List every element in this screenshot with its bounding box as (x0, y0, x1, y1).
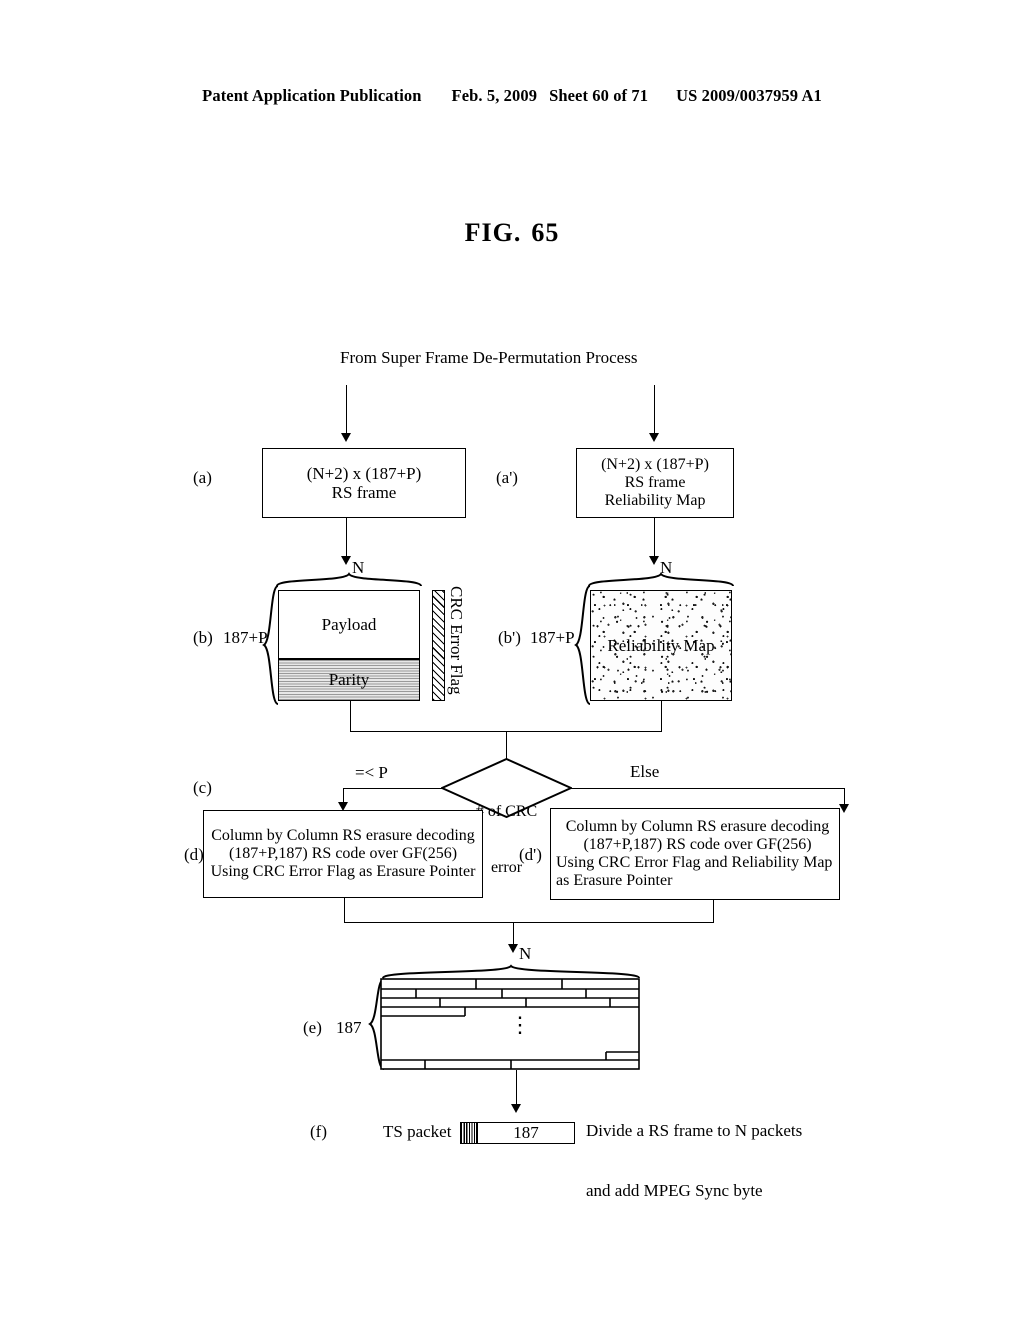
arrow-head-to-e (508, 944, 518, 953)
bus-drop-from-d-prime (713, 900, 714, 922)
step-tag-b: (b) (193, 628, 213, 647)
rs-frame-line-1: (N+2) x (187+P) (306, 463, 422, 483)
branch-right-arrow-head (839, 804, 849, 813)
step-tag-e: (e) (303, 1018, 322, 1037)
d-prime-line-3: Using CRC Error Flag and Reliability Map (556, 854, 833, 871)
crc-error-flag-label: CRC Error Flag (447, 586, 466, 695)
bus-drop-from-d (344, 898, 345, 922)
arrow-line-e-to-f (516, 1070, 517, 1108)
branch-left-line (343, 788, 442, 789)
figure-65-flow-diagram: From Super Frame De-Permutation Process … (0, 0, 1024, 1320)
mpeg-sync-byte-block (460, 1122, 477, 1144)
box-rs-erasure-decoding-crc: Column by Column RS erasure decoding (18… (203, 810, 483, 898)
d-prime-line-2: (187+P,187) RS code over GF(256) (583, 835, 812, 853)
step-tag-a: (a) (193, 468, 212, 487)
arrow-head-to-box-a (341, 433, 351, 442)
row-dimension-label-b-prime: 187+P (530, 628, 575, 647)
brace-top-b (276, 572, 422, 587)
step-tag-f: (f) (310, 1122, 327, 1141)
d-prime-line-4: as Erasure Pointer (556, 872, 673, 890)
bus-drop-from-b (350, 701, 351, 731)
reliability-map-block: Reliability Map (590, 590, 732, 701)
dimension-label-n-e: N (519, 944, 532, 963)
box-rs-erasure-decoding-crc-reliability: Column by Column RS erasure decoding (18… (550, 808, 840, 900)
parity-label: Parity (328, 670, 370, 690)
d-line-1: Column by Column RS erasure decoding (211, 826, 475, 844)
divide-note-line-2: and add MPEG Sync byte (586, 1180, 763, 1200)
d-prime-line-1: Column by Column RS erasure decoding (565, 817, 830, 835)
arrow-head-e-to-f (511, 1104, 521, 1113)
packet-grid-ellipsis: ⋮ (509, 1012, 531, 1037)
payload-label: Payload (321, 614, 377, 634)
source-caption: From Super Frame De-Permutation Process (340, 348, 638, 367)
ts-packet-label: TS packet (383, 1122, 452, 1141)
row-dimension-label-e: 187 (336, 1018, 362, 1037)
step-tag-a-prime: (a') (496, 468, 518, 487)
bus-horizontal-merge-lower (344, 922, 714, 923)
branch-right-label: Else (630, 762, 660, 781)
branch-right-line (571, 788, 845, 789)
box-rs-frame: (N+2) x (187+P) RS frame (262, 448, 466, 518)
payload-block: Payload (278, 590, 420, 659)
box-rs-frame-reliability-map: (N+2) x (187+P) RS frame Reliability Map (576, 448, 734, 518)
branch-left-label: =< P (355, 763, 388, 782)
arrow-head-to-box-a-prime (649, 433, 659, 442)
row-dimension-label-b: 187+P (223, 628, 268, 647)
d-line-3: Using CRC Error Flag as Erasure Pointer (210, 863, 476, 881)
crc-error-flag-bar (432, 590, 445, 701)
rs-frame-rm-line-1: (N+2) x (187+P) (601, 455, 709, 473)
reliability-map-label: Reliability Map (607, 635, 715, 655)
rs-frame-line-2: RS frame (331, 483, 397, 502)
bus-drop-from-b-prime (661, 701, 662, 731)
arrow-line-to-box-a-prime (654, 385, 655, 437)
step-tag-c: (c) (193, 778, 212, 797)
rs-frame-rm-line-2: RS frame (624, 473, 686, 491)
arrow-line-a-to-b (346, 518, 347, 560)
step-tag-d: (d) (184, 845, 204, 864)
step-tag-b-prime: (b') (498, 628, 521, 647)
rs-frame-rm-line-3: Reliability Map (604, 492, 706, 510)
brace-top-b-prime (588, 572, 734, 587)
arrow-line-a-prime-to-b-prime (654, 518, 655, 560)
ts-packet-size-label: 187 (513, 1123, 539, 1143)
parity-block: Parity (278, 659, 420, 701)
arrow-head-a-prime-to-b-prime (649, 556, 659, 565)
divide-note-line-1: Divide a RS frame to N packets (586, 1121, 803, 1141)
ts-packet-payload-block: 187 (477, 1122, 575, 1144)
arrow-line-to-box-a (346, 385, 347, 437)
d-line-2: (187+P,187) RS code over GF(256) (228, 844, 458, 862)
divide-note: Divide a RS frame to N packets and add M… (586, 1082, 802, 1240)
step-tag-d-prime: (d') (519, 845, 542, 864)
arrow-head-a-to-b (341, 556, 351, 565)
